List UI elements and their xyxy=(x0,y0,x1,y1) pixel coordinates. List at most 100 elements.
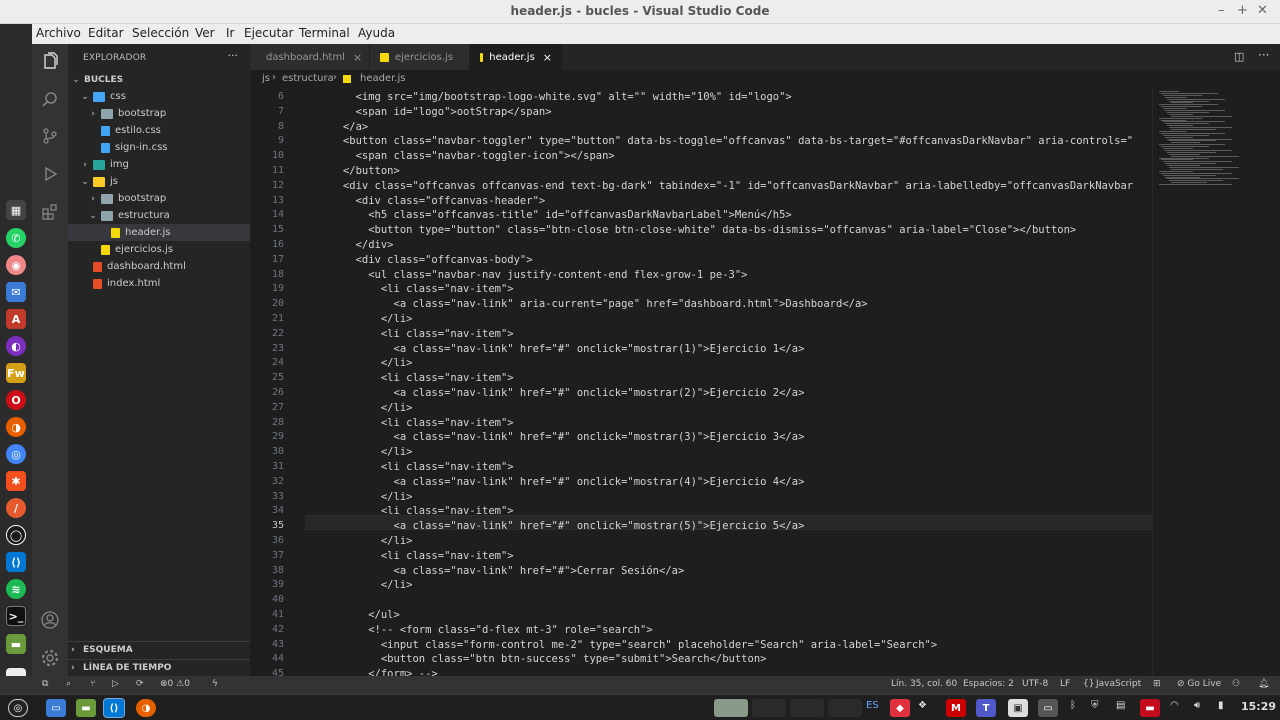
menu-editar[interactable]: Editar xyxy=(88,26,124,40)
breadcrumb-js[interactable]: js xyxy=(262,73,270,84)
layout-icon[interactable]: ⊞ xyxy=(1153,679,1161,689)
battery-icon[interactable]: ▮ xyxy=(1218,700,1224,711)
workspace-2[interactable] xyxy=(752,699,786,717)
code-line[interactable]: <li class="nav-item"> xyxy=(305,328,514,340)
menu-ayuda[interactable]: Ayuda xyxy=(358,26,395,40)
terminal-icon[interactable]: >_ xyxy=(6,606,26,626)
desktop-icon[interactable]: ▭ xyxy=(46,699,66,717)
code-line[interactable]: </li> xyxy=(305,535,413,547)
firefox-icon[interactable]: ◐ xyxy=(6,336,26,356)
folder-root-bucles[interactable]: ⌄ BUCLES xyxy=(68,71,250,88)
file-sign-in-css[interactable]: sign-in.css xyxy=(68,139,250,156)
folder-icon[interactable]: ▬ xyxy=(6,634,26,654)
go-live-button[interactable]: ⊘ Go Live xyxy=(1177,679,1221,689)
code-line[interactable]: <li class="nav-item"> xyxy=(305,283,514,295)
code-line[interactable]: </ul> xyxy=(305,609,400,621)
tab-header-js[interactable]: header.js × xyxy=(470,44,562,70)
indentation[interactable]: Espacios: 2 xyxy=(963,679,1014,689)
account-icon[interactable] xyxy=(38,608,62,632)
tab-ejercicios-js[interactable]: ejercicios.js xyxy=(370,44,470,70)
spain-flag-icon[interactable]: ▬ xyxy=(1140,699,1160,717)
end-of-line[interactable]: LF xyxy=(1060,679,1070,689)
spotify-icon[interactable]: ≋ xyxy=(6,579,26,599)
tray-drive-icon[interactable]: ▭ xyxy=(1038,699,1058,717)
figma-icon[interactable]: ✱ xyxy=(6,471,26,491)
close-icon[interactable]: ✕ xyxy=(1257,3,1268,18)
code-line[interactable]: </li> xyxy=(305,357,413,369)
language-mode[interactable]: JavaScript xyxy=(1096,679,1141,689)
branch-icon[interactable]: ⑂ xyxy=(90,679,95,689)
tab-dashboard-html[interactable]: dashboard.html × xyxy=(250,44,370,70)
folder-css[interactable]: ⌄ css xyxy=(68,88,250,105)
code-line[interactable]: <li class="nav-item"> xyxy=(305,372,514,384)
folder-bootstrap[interactable]: › bootstrap xyxy=(68,105,250,122)
maximize-icon[interactable]: + xyxy=(1237,3,1248,18)
code-line[interactable]: </li> xyxy=(305,313,413,325)
code-line[interactable]: <li class="nav-item"> xyxy=(305,505,514,517)
app-circle-icon[interactable]: ◯ xyxy=(6,525,26,545)
dropbox-icon[interactable]: ❖ xyxy=(918,700,927,711)
tray-app-icon[interactable]: ◆ xyxy=(890,699,910,717)
code-line[interactable]: </form> --> xyxy=(305,668,438,676)
search-icon[interactable] xyxy=(38,88,62,112)
folder-img[interactable]: › img xyxy=(68,156,250,173)
mail-icon[interactable]: ✉ xyxy=(6,282,26,302)
code-line[interactable]: <div class="offcanvas-header"> xyxy=(305,195,546,207)
files-icon[interactable] xyxy=(38,50,62,74)
code-line[interactable]: </li> xyxy=(305,491,413,503)
code-line[interactable]: <a class="nav-link" href="#">Cerrar Sesi… xyxy=(305,565,685,577)
clock[interactable]: 15:29 xyxy=(1241,700,1276,713)
firefox-alt-icon[interactable]: ◑ xyxy=(6,417,26,437)
volume-icon[interactable]: 🔊︎ xyxy=(1194,700,1200,711)
code-line[interactable]: <li class="nav-item"> xyxy=(305,550,514,562)
code-line[interactable]: <a class="nav-link" href="#" onclick="mo… xyxy=(305,520,805,532)
section-timeline[interactable]: › LÍNEA DE TIEMPO xyxy=(68,659,250,676)
section-outline[interactable]: › ESQUEMA xyxy=(68,641,250,658)
workspace-1[interactable] xyxy=(714,699,748,717)
menu-ir[interactable]: Ir xyxy=(226,26,234,40)
shield-icon[interactable]: ⛨ xyxy=(1091,700,1099,711)
code-line[interactable]: <input class="form-control me-2" type="s… xyxy=(305,639,937,651)
file-estilo-css[interactable]: estilo.css xyxy=(68,122,250,139)
notifications-icon[interactable]: 🔔︎ xyxy=(1258,679,1269,689)
code-line[interactable]: <ul class="navbar-nav justify-content-en… xyxy=(305,269,747,281)
menu-ver[interactable]: Ver xyxy=(195,26,215,40)
minimize-icon[interactable]: – xyxy=(1218,3,1225,18)
vscode-icon[interactable]: ⟨⟩ xyxy=(6,552,26,572)
code-editor[interactable]: 6 <img src="img/bootstrap-logo-white.svg… xyxy=(250,88,1280,676)
cursor-position[interactable]: Lín. 35, col. 60 xyxy=(891,679,957,689)
menu-ejecutar[interactable]: Ejecutar xyxy=(244,26,294,40)
menu-seleccion[interactable]: Selección xyxy=(132,26,189,40)
folder-icon[interactable]: ▬ xyxy=(76,699,96,717)
tray-window-icon[interactable]: ▣ xyxy=(1008,699,1028,717)
problems-indicator[interactable]: ⊗0 ⚠0 xyxy=(160,679,190,689)
code-line[interactable]: </li> xyxy=(305,446,413,458)
code-line[interactable]: <a class="nav-link" href="#" onclick="mo… xyxy=(305,343,805,355)
run-debug-icon[interactable] xyxy=(38,162,62,186)
bluetooth-icon[interactable]: ᛒ xyxy=(1070,700,1076,711)
code-line[interactable]: </button> xyxy=(305,165,400,177)
code-line[interactable]: <button class="btn btn-success" type="su… xyxy=(305,653,767,665)
account-status-icon[interactable]: ⚇ xyxy=(1232,679,1240,689)
breadcrumb-header-js[interactable]: header.js xyxy=(360,73,405,84)
file-ejercicios-js[interactable]: ejercicios.js xyxy=(68,241,250,258)
opera-icon[interactable]: O xyxy=(6,390,26,410)
split-editor-icon[interactable]: ◫ xyxy=(1234,50,1244,63)
code-line[interactable]: <div class="offcanvas offcanvas-end text… xyxy=(305,180,1133,192)
workspace-3[interactable] xyxy=(790,699,824,717)
search-icon[interactable]: ⌕ xyxy=(66,679,71,689)
whatsapp-icon[interactable]: ✆ xyxy=(6,228,26,248)
settings-gear-icon[interactable] xyxy=(38,646,62,670)
fireworks-icon[interactable]: Fw xyxy=(6,363,26,383)
code-line[interactable]: <!-- <form class="d-flex mt-3" role="sea… xyxy=(305,624,652,636)
folder-estructura[interactable]: ⌄ estructura xyxy=(68,207,250,224)
code-line[interactable]: <li class="nav-item"> xyxy=(305,461,514,473)
clipboard-icon[interactable]: ▤ xyxy=(1116,700,1125,711)
menu-terminal[interactable]: Terminal xyxy=(299,26,350,40)
folder-js[interactable]: ⌄ js xyxy=(68,173,250,190)
sync-icon[interactable]: ⟳ xyxy=(136,679,144,689)
app-icon[interactable]: ◉ xyxy=(6,255,26,275)
explorer-more-icon[interactable]: ··· xyxy=(228,49,239,62)
code-line[interactable]: <li class="nav-item"> xyxy=(305,417,514,429)
code-line[interactable]: </a> xyxy=(305,121,368,133)
